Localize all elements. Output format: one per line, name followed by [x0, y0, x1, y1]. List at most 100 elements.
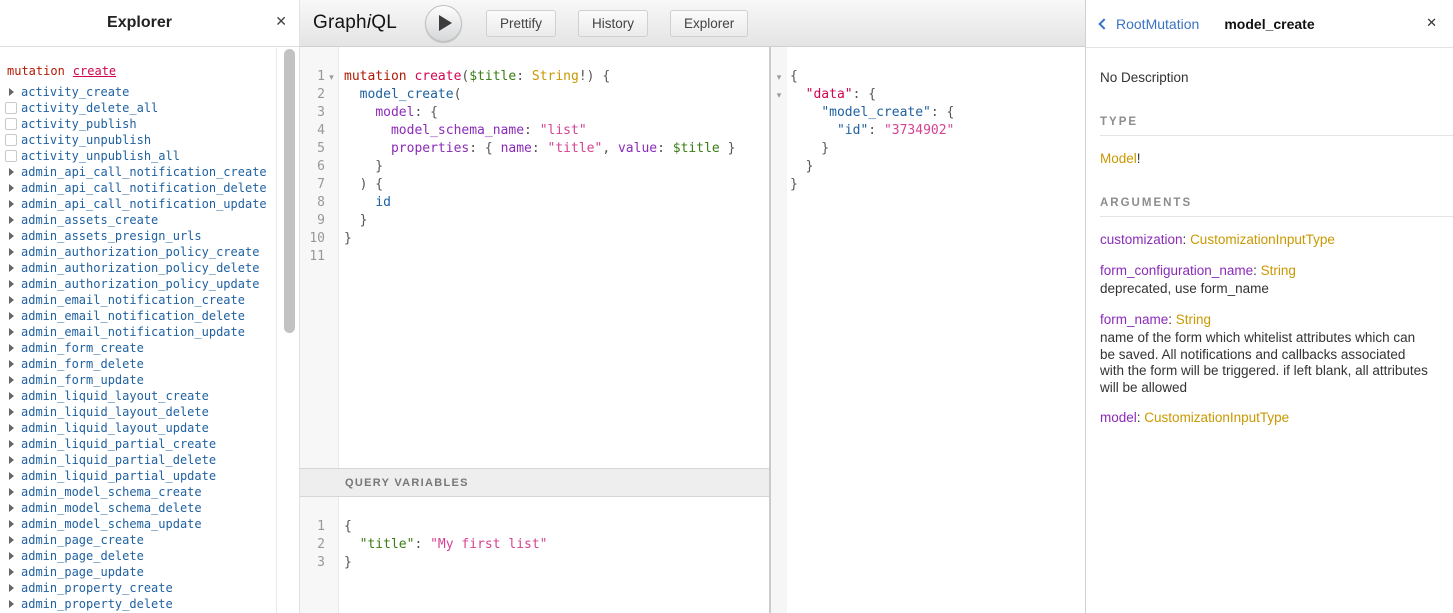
explorer-item[interactable]: admin_api_call_notification_update	[7, 196, 276, 212]
explorer-item[interactable]: admin_assets_create	[7, 212, 276, 228]
argument-type-link[interactable]: CustomizationInputType	[1144, 410, 1289, 425]
item-expand-icon[interactable]	[9, 504, 14, 512]
history-button[interactable]: History	[578, 10, 648, 37]
doc-close-icon[interactable]: ✕	[1426, 16, 1437, 29]
explorer-item[interactable]: admin_email_notification_update	[7, 324, 276, 340]
explorer-item[interactable]: admin_api_call_notification_delete	[7, 180, 276, 196]
explorer-item[interactable]: activity_publish	[7, 116, 276, 132]
code-line: properties: { name: "title", value: $tit…	[344, 140, 769, 158]
item-expand-icon[interactable]	[9, 184, 14, 192]
fold-arrow-icon[interactable]: ▾	[773, 68, 786, 86]
item-expand-icon[interactable]	[9, 200, 14, 208]
explorer-item[interactable]: admin_property_delete	[7, 596, 276, 612]
explorer-item[interactable]: admin_assets_presign_urls	[7, 228, 276, 244]
code-line: model: {	[344, 104, 769, 122]
item-expand-icon[interactable]	[9, 216, 14, 224]
item-expand-icon[interactable]	[9, 88, 14, 96]
item-expand-icon[interactable]	[9, 360, 14, 368]
item-expand-icon[interactable]	[9, 248, 14, 256]
explorer-item[interactable]: admin_email_notification_delete	[7, 308, 276, 324]
doc-back-link[interactable]: RootMutation	[1100, 16, 1199, 32]
item-expand-icon[interactable]	[9, 456, 14, 464]
item-checkbox[interactable]	[5, 118, 17, 130]
explorer-item[interactable]: admin_liquid_partial_delete	[7, 452, 276, 468]
type-link[interactable]: Model	[1100, 151, 1137, 166]
explorer-item[interactable]: admin_liquid_partial_update	[7, 468, 276, 484]
explorer-item[interactable]: admin_page_delete	[7, 548, 276, 564]
item-checkbox[interactable]	[5, 134, 17, 146]
item-checkbox[interactable]	[5, 102, 17, 114]
query-variables-bar[interactable]: QUERY VARIABLES	[300, 468, 769, 497]
item-expand-icon[interactable]	[9, 264, 14, 272]
explorer-item[interactable]: admin_api_call_notification_create	[7, 164, 276, 180]
explorer-item[interactable]: admin_liquid_layout_update	[7, 420, 276, 436]
query-editor[interactable]: 1▾234567891011 mutation create($title: S…	[300, 47, 769, 468]
explorer-item[interactable]: admin_authorization_policy_update	[7, 276, 276, 292]
explorer-close-icon[interactable]: ✕	[275, 14, 287, 28]
argument-type-link[interactable]: CustomizationInputType	[1190, 232, 1335, 247]
explorer-item[interactable]: admin_model_schema_update	[7, 516, 276, 532]
item-expand-icon[interactable]	[9, 472, 14, 480]
item-expand-icon[interactable]	[9, 376, 14, 384]
explorer-item[interactable]: admin_model_schema_delete	[7, 500, 276, 516]
explorer-item[interactable]: admin_liquid_partial_create	[7, 436, 276, 452]
execute-button[interactable]	[425, 5, 462, 42]
explorer-item[interactable]: admin_page_update	[7, 564, 276, 580]
explorer-toggle-button[interactable]: Explorer	[670, 10, 748, 37]
query-editor-code[interactable]: mutation create($title: String!) { model…	[339, 47, 769, 468]
explorer-sidebar: Explorer ✕ mutationcreate activity_creat…	[0, 0, 300, 613]
operation-name[interactable]: create	[73, 64, 116, 78]
item-expand-icon[interactable]	[9, 520, 14, 528]
doc-panel: RootMutation model_create ✕ No Descripti…	[1085, 0, 1453, 613]
code-line: {	[344, 518, 769, 536]
variables-editor[interactable]: 123 { "title": "My first list"}	[300, 497, 769, 613]
explorer-item[interactable]: activity_delete_all	[7, 100, 276, 116]
explorer-item[interactable]: admin_email_notification_create	[7, 292, 276, 308]
explorer-item[interactable]: activity_create	[7, 84, 276, 100]
explorer-item-label: activity_unpublish	[21, 132, 151, 148]
item-expand-icon[interactable]	[9, 440, 14, 448]
item-expand-icon[interactable]	[9, 536, 14, 544]
item-expand-icon[interactable]	[9, 584, 14, 592]
code-line: model_schema_name: "list"	[344, 122, 769, 140]
result-viewer-code: { "data": { "model_create": { "id": "373…	[787, 47, 1085, 613]
explorer-item-label: admin_authorization_policy_create	[21, 244, 259, 260]
sidebar-scrollbar-thumb[interactable]	[284, 49, 295, 333]
explorer-item[interactable]: admin_authorization_policy_delete	[7, 260, 276, 276]
item-checkbox[interactable]	[5, 150, 17, 162]
item-expand-icon[interactable]	[9, 296, 14, 304]
argument-type-link[interactable]: String	[1176, 312, 1211, 327]
explorer-item[interactable]: admin_authorization_policy_create	[7, 244, 276, 260]
argument-type-link[interactable]: String	[1261, 263, 1296, 278]
variables-editor-code[interactable]: { "title": "My first list"}	[339, 497, 769, 613]
item-expand-icon[interactable]	[9, 168, 14, 176]
item-expand-icon[interactable]	[9, 232, 14, 240]
explorer-item[interactable]: admin_liquid_layout_create	[7, 388, 276, 404]
item-expand-icon[interactable]	[9, 408, 14, 416]
explorer-item[interactable]: admin_form_update	[7, 372, 276, 388]
item-expand-icon[interactable]	[9, 424, 14, 432]
explorer-item[interactable]: admin_property_create	[7, 580, 276, 596]
explorer-item[interactable]: admin_form_create	[7, 340, 276, 356]
item-expand-icon[interactable]	[9, 568, 14, 576]
prettify-button[interactable]: Prettify	[486, 10, 556, 37]
explorer-item[interactable]: admin_page_create	[7, 532, 276, 548]
item-expand-icon[interactable]	[9, 280, 14, 288]
item-expand-icon[interactable]	[9, 488, 14, 496]
item-expand-icon[interactable]	[9, 552, 14, 560]
item-expand-icon[interactable]	[9, 328, 14, 336]
fold-arrow-icon[interactable]: ▾	[773, 86, 786, 104]
explorer-item[interactable]: activity_unpublish	[7, 132, 276, 148]
explorer-item[interactable]: admin_form_delete	[7, 356, 276, 372]
item-expand-icon[interactable]	[9, 312, 14, 320]
explorer-item[interactable]: activity_unpublish_all	[7, 148, 276, 164]
item-expand-icon[interactable]	[9, 344, 14, 352]
fold-arrow-icon[interactable]: ▾	[325, 68, 338, 86]
line-number: 5	[303, 140, 325, 158]
line-number: 7	[303, 176, 325, 194]
item-expand-icon[interactable]	[9, 600, 14, 608]
code-line	[344, 248, 769, 266]
explorer-item[interactable]: admin_liquid_layout_delete	[7, 404, 276, 420]
item-expand-icon[interactable]	[9, 392, 14, 400]
explorer-item[interactable]: admin_model_schema_create	[7, 484, 276, 500]
